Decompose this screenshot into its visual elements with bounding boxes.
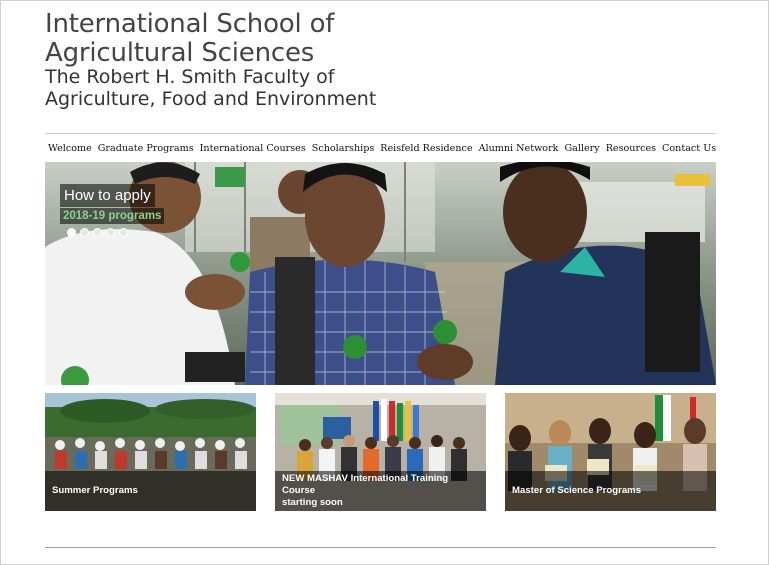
nav-item-welcome[interactable]: Welcome	[45, 143, 95, 154]
tile-mashav-text-line-2: starting soon	[282, 497, 343, 508]
slider-dot-3[interactable]	[93, 228, 102, 237]
nav-item-gallery[interactable]: Gallery	[561, 143, 602, 154]
site-title[interactable]: International School of Agricultural Sci…	[45, 10, 334, 68]
slider-pagination	[67, 228, 128, 237]
nav-item-resources[interactable]: Resources	[603, 143, 659, 154]
slider-dot-4[interactable]	[106, 228, 115, 237]
site-subtitle-line-1: The Robert H. Smith Faculty of	[45, 66, 335, 88]
tile-master-of-science[interactable]: Master of Science Programs	[505, 393, 716, 511]
tile-summer-programs[interactable]: Summer Programs	[45, 393, 256, 511]
tile-msc-text: Master of Science Programs	[512, 485, 642, 496]
nav-item-contact-us[interactable]: Contact Us	[659, 143, 719, 154]
slider-dot-5[interactable]	[119, 228, 128, 237]
slider-dot-2[interactable]	[80, 228, 89, 237]
site-subtitle: The Robert H. Smith Faculty of Agricultu…	[45, 66, 376, 110]
hero-slider[interactable]: How to apply 2018-19 programs	[45, 162, 716, 385]
nav-item-reisfeld-residence[interactable]: Reisfeld Residence	[377, 143, 475, 154]
tile-label-msc: Master of Science Programs	[505, 471, 716, 511]
slider-dot-1[interactable]	[67, 228, 76, 237]
site-subtitle-line-2: Agriculture, Food and Environment	[45, 88, 377, 110]
tile-mashav-text: NEW MASHAV International Training Course…	[282, 473, 479, 509]
tile-label-summer: Summer Programs	[45, 471, 256, 511]
tile-label-mashav: NEW MASHAV International Training Course…	[275, 471, 486, 511]
site-title-line-1: International School of	[45, 9, 335, 39]
tile-mashav-text-line-1: NEW MASHAV International Training Course	[282, 473, 449, 496]
footer-divider	[45, 547, 716, 548]
nav-item-scholarships[interactable]: Scholarships	[309, 143, 378, 154]
nav-item-international-courses[interactable]: International Courses	[197, 143, 309, 154]
hero-caption-subtitle[interactable]: 2018-19 programs	[60, 208, 165, 224]
main-nav: Welcome Graduate Programs International …	[45, 134, 716, 162]
tile-mashav-course[interactable]: NEW MASHAV International Training Course…	[275, 393, 486, 511]
nav-item-graduate-programs[interactable]: Graduate Programs	[95, 143, 197, 154]
hero-caption-title[interactable]: How to apply	[60, 184, 155, 207]
tile-summer-text: Summer Programs	[52, 485, 138, 496]
site-title-line-2: Agricultural Sciences	[45, 38, 315, 68]
nav-item-alumni-network[interactable]: Alumni Network	[476, 143, 562, 154]
